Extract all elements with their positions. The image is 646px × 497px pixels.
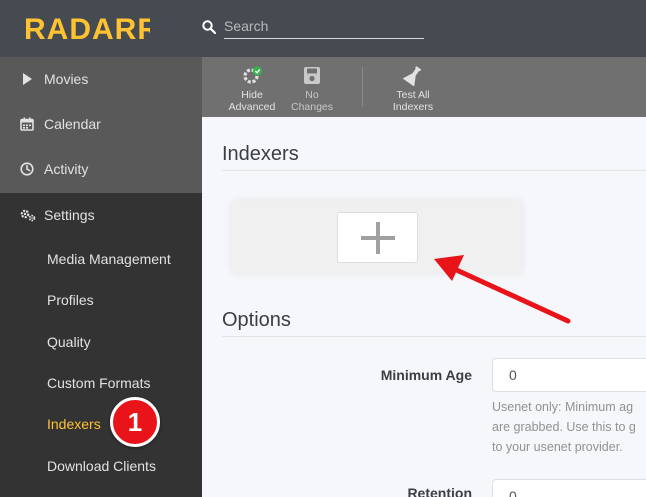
minimum-age-label: Minimum Age [380, 367, 472, 383]
section-divider [222, 170, 646, 171]
options-section-title: Options [222, 309, 291, 331]
step-number-badge: 1 [110, 397, 160, 447]
sidebar-subitem-label: Media Management [47, 251, 171, 267]
sidebar-item-label: Calendar [44, 116, 101, 132]
help-line: are grabbed. Use this to g [492, 420, 636, 434]
hide-advanced-button[interactable]: Hide Advanced [222, 57, 282, 117]
toolbar-separator [362, 67, 363, 107]
section-divider [222, 336, 646, 337]
clock-icon [20, 162, 34, 176]
toolbar-label: Indexers [392, 101, 434, 113]
sidebar-subitem-download-clients[interactable]: Download Clients [0, 445, 202, 486]
sidebar-subitem-profiles[interactable]: Profiles [0, 279, 202, 320]
indexers-section-title: Indexers [222, 143, 299, 165]
retention-label: Retention [407, 485, 472, 497]
sidebar-subitem-quality[interactable]: Quality [0, 321, 202, 362]
sidebar-item-movies[interactable]: Movies [0, 57, 202, 102]
sidebar-subitem-indexers[interactable]: Indexers [0, 403, 202, 444]
minimum-age-input[interactable]: 0 [492, 358, 646, 392]
search-input[interactable] [224, 14, 424, 39]
sidebar-subitem-label: Download Clients [47, 458, 156, 474]
save-icon [304, 67, 320, 84]
svg-text:RADARR: RADARR [24, 13, 150, 45]
toolbar-label: No [305, 89, 319, 101]
no-changes-button[interactable]: No Changes [284, 57, 340, 117]
calendar-icon [20, 117, 34, 131]
page-toolbar: Hide Advanced No Changes Test All Indexe… [202, 57, 646, 117]
sidebar-item-calendar[interactable]: Calendar [0, 102, 202, 147]
toolbar-label: Changes [290, 101, 334, 113]
help-line: Usenet only: Minimum ag [492, 400, 634, 414]
help-line: to your usenet provider. [492, 440, 623, 454]
sidebar-subitem-label: Custom Formats [47, 375, 151, 391]
flask-icon [402, 66, 422, 86]
sidebar-item-activity[interactable]: Activity [0, 147, 202, 192]
add-indexer-button[interactable] [337, 212, 418, 263]
sidebar-subitem-label: Quality [47, 334, 91, 350]
minimum-age-help: Usenet only: Minimum ag are grabbed. Use… [492, 397, 646, 457]
sidebar: Movies Calendar Activity Settings Media … [0, 57, 202, 497]
radarr-logo[interactable]: RADARR [24, 11, 150, 45]
sidebar-subitem-custom-formats[interactable]: Custom Formats [0, 362, 202, 403]
sidebar-subitem-media-management[interactable]: Media Management [0, 238, 202, 279]
sidebar-item-settings[interactable]: Settings [0, 193, 202, 238]
annotation-arrow [434, 255, 571, 324]
sidebar-item-label: Activity [44, 161, 89, 177]
toolbar-label: Advanced [228, 101, 276, 113]
search-icon [202, 20, 216, 34]
sidebar-subitem-label: Profiles [47, 292, 94, 308]
toolbar-label: Hide [241, 89, 263, 101]
retention-input[interactable]: 0 [492, 479, 646, 497]
sidebar-subitem-label: Indexers [47, 416, 101, 432]
cogs-icon [20, 209, 36, 222]
toolbar-label: Test All [396, 89, 430, 101]
play-icon [23, 73, 32, 85]
test-all-indexers-button[interactable]: Test All Indexers [382, 57, 444, 117]
cog-check-icon [243, 66, 263, 84]
plus-icon-vertical [376, 222, 380, 254]
app-header: RADARR [0, 0, 646, 57]
sidebar-item-label: Settings [44, 207, 95, 223]
search-box [200, 14, 426, 40]
sidebar-item-label: Movies [44, 71, 89, 87]
